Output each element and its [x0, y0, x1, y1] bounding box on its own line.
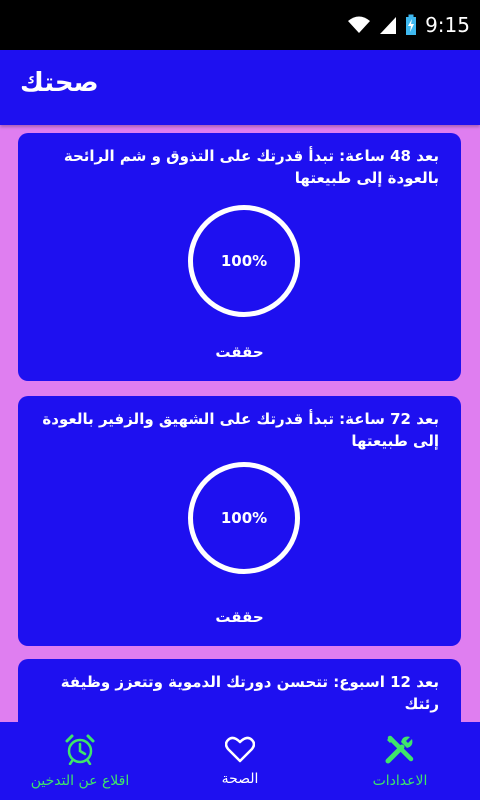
alarm-clock-icon — [64, 733, 96, 769]
page-title: صحتك — [20, 68, 99, 98]
app-bar: صحتك — [0, 50, 480, 125]
milestone-text: بعد 72 ساعة: تبدأ قدرتك على الشهيق والزف… — [42, 410, 439, 450]
nav-label: اقلاع عن التدخين — [30, 773, 130, 789]
status-time: 9:15 — [425, 13, 470, 37]
nav-label: الاعدادات — [372, 773, 428, 789]
progress-ring: 100% — [188, 462, 300, 574]
progress-ring: 100% — [188, 205, 300, 317]
milestone-card[interactable]: بعد 12 اسبوع: تتحسن دورتك الدموية وتتعزز… — [18, 659, 461, 722]
milestone-card[interactable]: بعد 72 ساعة: تبدأ قدرتك على الشهيق والزف… — [18, 396, 461, 646]
nav-label: الصحة — [221, 771, 259, 787]
milestone-status: حققت — [215, 608, 264, 626]
milestones-list[interactable]: بعد 48 ساعة: تبدأ قدرتك على التذوق و شم … — [0, 125, 480, 722]
tools-icon — [384, 733, 416, 769]
milestone-text: بعد 48 ساعة: تبدأ قدرتك على التذوق و شم … — [63, 147, 439, 187]
milestone-text: بعد 12 اسبوع: تتحسن دورتك الدموية وتتعزز… — [60, 673, 439, 713]
nav-quit-smoking[interactable]: اقلاع عن التدخين — [0, 722, 160, 800]
nav-settings[interactable]: الاعدادات — [320, 722, 480, 800]
status-bar: 9:15 — [0, 0, 480, 50]
milestone-card[interactable]: بعد 48 ساعة: تبدأ قدرتك على التذوق و شم … — [18, 133, 461, 381]
battery-charging-icon — [405, 14, 417, 36]
progress-value: 100% — [220, 252, 268, 270]
milestone-status: حققت — [215, 343, 264, 361]
signal-icon — [379, 15, 397, 35]
progress-value: 100% — [220, 509, 268, 527]
heart-icon — [224, 735, 256, 767]
wifi-icon — [347, 15, 371, 35]
nav-health[interactable]: الصحة — [160, 722, 320, 800]
bottom-navigation: اقلاع عن التدخين الصحة الاعدادات — [0, 722, 480, 800]
